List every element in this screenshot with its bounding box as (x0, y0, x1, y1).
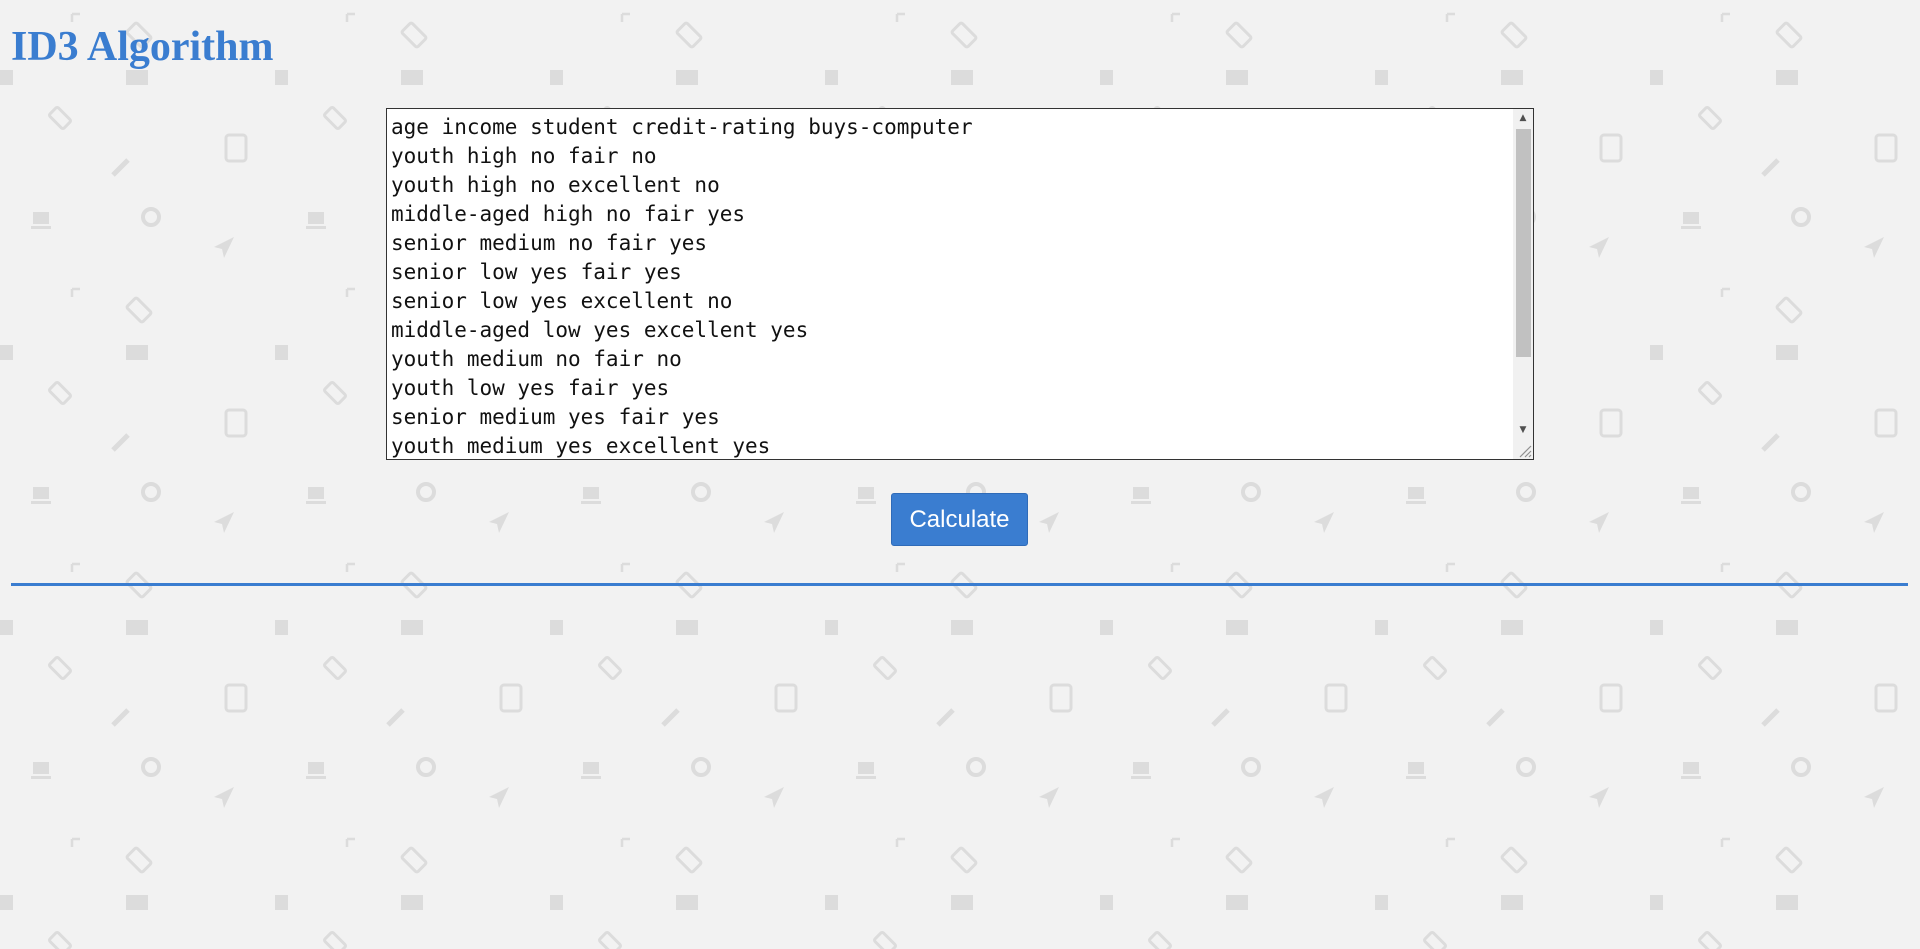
resize-grip-icon[interactable] (1516, 442, 1532, 458)
page-title: ID3 Algorithm (11, 24, 274, 70)
vertical-scrollbar[interactable]: ▲ ▼ (1513, 109, 1533, 459)
section-divider (11, 583, 1908, 586)
scroll-thumb[interactable] (1516, 129, 1531, 357)
page-content: ID3 Algorithm ▲ ▼ Calculate (0, 0, 1920, 949)
calculate-button[interactable]: Calculate (891, 493, 1028, 546)
scroll-down-arrow-icon[interactable]: ▼ (1513, 421, 1533, 439)
dataset-input[interactable] (387, 109, 1513, 459)
dataset-textarea-container: ▲ ▼ (386, 108, 1534, 460)
scroll-up-arrow-icon[interactable]: ▲ (1513, 109, 1533, 127)
